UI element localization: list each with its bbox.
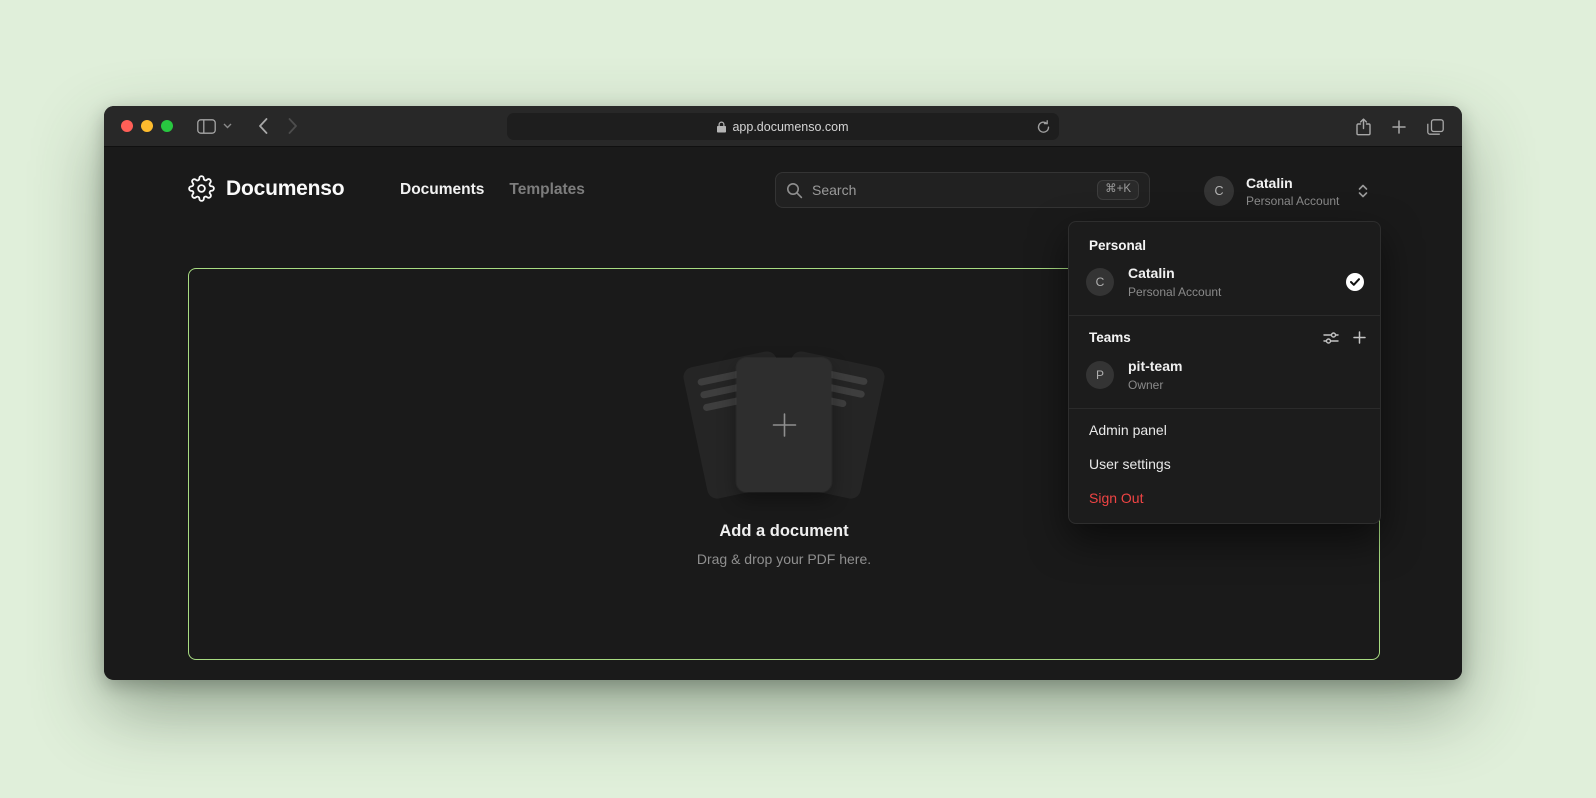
menu-divider xyxy=(1069,315,1380,316)
team-name: pit-team xyxy=(1128,358,1182,375)
browser-titlebar: app.documenso.com xyxy=(104,106,1462,147)
titlebar-left-controls xyxy=(197,118,298,134)
menu-section-teams: Teams xyxy=(1069,320,1380,352)
team-preferences-sliders-icon[interactable] xyxy=(1323,330,1339,346)
personal-account-name: Catalin xyxy=(1128,265,1221,282)
browser-window: app.documenso.com xyxy=(104,106,1462,680)
menu-section-personal: Personal xyxy=(1069,228,1380,259)
window-minimize-button[interactable] xyxy=(141,120,153,132)
account-name: Catalin xyxy=(1246,175,1339,192)
new-tab-plus-icon[interactable] xyxy=(1392,120,1406,134)
chevrons-up-down-icon xyxy=(1357,183,1369,199)
share-icon[interactable] xyxy=(1356,118,1371,136)
brand-link[interactable]: Documenso xyxy=(188,175,344,202)
search-shortcut-badge: ⌘+K xyxy=(1097,180,1139,200)
menu-item-personal-account[interactable]: C Catalin Personal Account xyxy=(1069,259,1380,311)
nav-documents[interactable]: Documents xyxy=(400,181,484,199)
window-zoom-button[interactable] xyxy=(161,120,173,132)
menu-item-team[interactable]: P pit-team Owner xyxy=(1069,352,1380,404)
personal-account-subtitle: Personal Account xyxy=(1128,285,1221,299)
window-close-button[interactable] xyxy=(121,120,133,132)
forward-icon[interactable] xyxy=(288,118,298,134)
account-subtitle: Personal Account xyxy=(1246,194,1339,208)
back-icon[interactable] xyxy=(258,118,268,134)
menu-item-user-settings[interactable]: User settings xyxy=(1069,447,1380,481)
search-bar[interactable]: ⌘+K xyxy=(775,172,1150,208)
personal-avatar: C xyxy=(1086,268,1114,296)
titlebar-right-controls xyxy=(1356,106,1444,147)
team-role: Owner xyxy=(1128,378,1182,392)
brand-name: Documenso xyxy=(226,177,344,201)
plus-icon xyxy=(769,410,799,440)
tab-overview-icon[interactable] xyxy=(1427,119,1444,135)
menu-divider xyxy=(1069,408,1380,409)
chevron-down-icon[interactable] xyxy=(223,123,232,129)
teams-header: Teams xyxy=(1089,330,1131,345)
refresh-icon[interactable] xyxy=(1037,120,1050,134)
check-circle-icon xyxy=(1346,273,1364,291)
window-controls xyxy=(121,120,173,132)
menu-item-admin-panel[interactable]: Admin panel xyxy=(1069,413,1380,447)
address-bar[interactable]: app.documenso.com xyxy=(507,113,1059,140)
account-avatar: C xyxy=(1204,176,1234,206)
main-nav: Documents Templates xyxy=(400,181,585,199)
team-avatar: P xyxy=(1086,361,1114,389)
url-text: app.documenso.com xyxy=(732,120,848,134)
search-input[interactable] xyxy=(812,182,1097,198)
dropzone-title: Add a document xyxy=(719,522,848,541)
document-card-center xyxy=(737,358,832,492)
lock-icon xyxy=(717,121,726,133)
menu-item-sign-out[interactable]: Sign Out xyxy=(1069,481,1380,515)
search-icon xyxy=(786,182,803,199)
account-dropdown-menu: Personal C Catalin Personal Account Team… xyxy=(1068,221,1381,524)
document-cards-illustration xyxy=(664,355,904,495)
documenso-logo-icon xyxy=(188,175,215,202)
add-team-plus-icon[interactable] xyxy=(1353,331,1366,344)
dropzone-subtitle: Drag & drop your PDF here. xyxy=(697,551,871,567)
nav-templates[interactable]: Templates xyxy=(509,181,585,199)
sidebar-toggle-icon[interactable] xyxy=(197,119,216,134)
account-menu-button[interactable]: C Catalin Personal Account xyxy=(1204,175,1369,208)
app-page: Documenso Documents Templates ⌘+K C Cata… xyxy=(104,147,1462,679)
